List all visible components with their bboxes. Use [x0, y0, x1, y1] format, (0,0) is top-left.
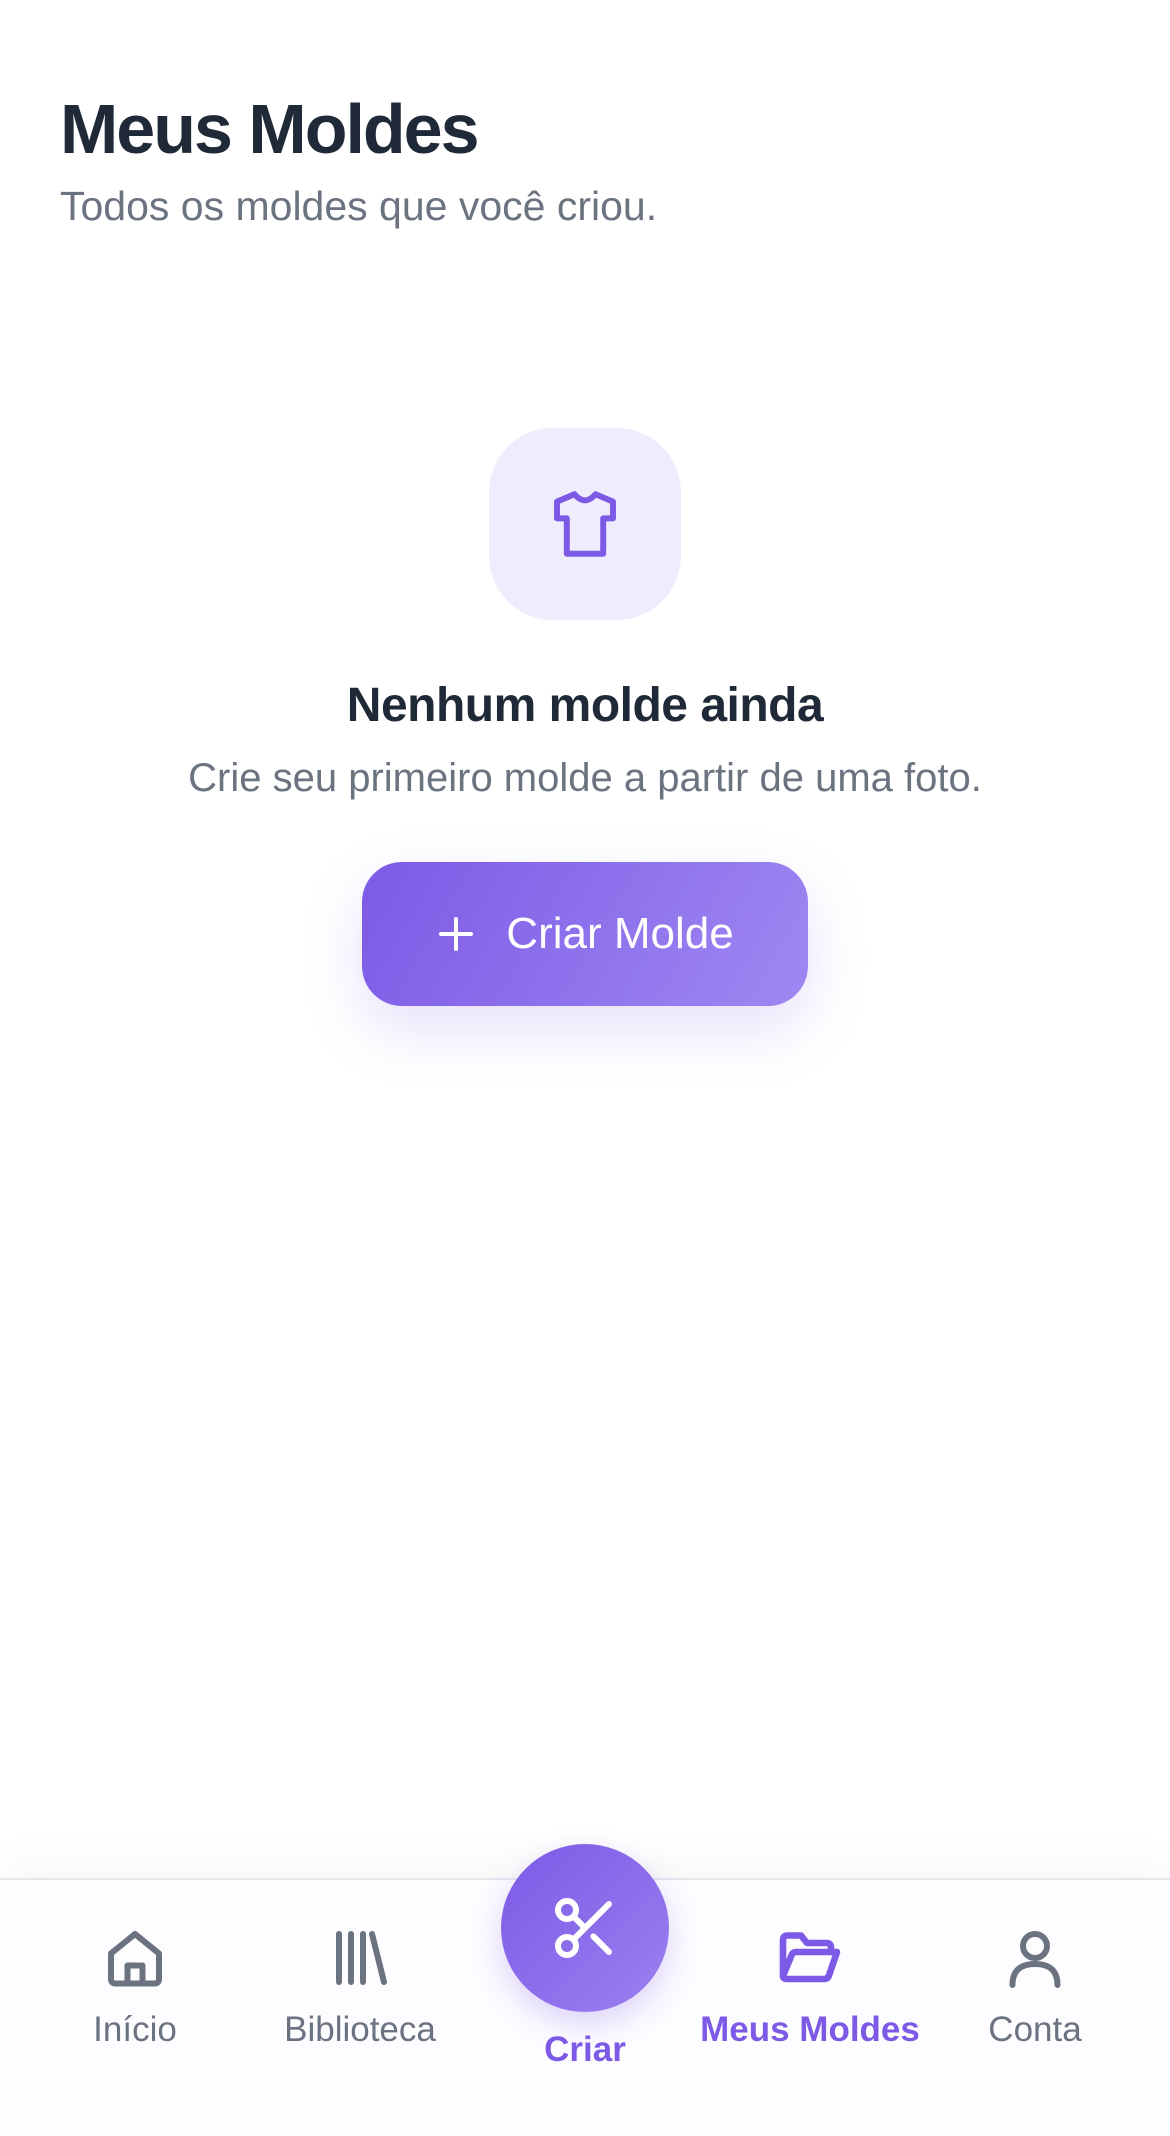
- nav-item-inicio[interactable]: Início: [20, 1922, 250, 2052]
- scissors-icon: [555, 1898, 612, 1958]
- home-icon: [108, 1931, 162, 1987]
- plus-icon: [439, 917, 474, 951]
- empty-state: Nenhum molde ainda Crie seu primeiro mol…: [0, 428, 1170, 1006]
- user-icon: [1009, 1931, 1061, 1988]
- folder-open-icon: [779, 1932, 841, 1983]
- bottom-navigation: Início Biblioteca Criar Meus Moldes Cont…: [0, 1844, 1170, 2136]
- shirt-icon: [554, 491, 616, 557]
- create-fab[interactable]: [501, 1844, 669, 2012]
- nav-item-conta[interactable]: Conta: [920, 1922, 1150, 2052]
- empty-state-title: Nenhum molde ainda: [346, 679, 824, 732]
- nav-item-criar[interactable]: Criar: [465, 1844, 705, 2072]
- nav-label-biblioteca: Biblioteca: [284, 2010, 436, 2049]
- nav-label-meus-moldes: Meus Moldes: [700, 2010, 920, 2049]
- create-pattern-button[interactable]: Criar Molde: [362, 862, 808, 1006]
- nav-label-criar: Criar: [544, 2030, 626, 2069]
- create-pattern-button-label: Criar Molde: [506, 909, 734, 958]
- library-icon: [336, 1931, 387, 1985]
- nav-label-conta: Conta: [988, 2010, 1082, 2049]
- empty-state-icon-box: [489, 428, 681, 620]
- nav-item-meus-moldes[interactable]: Meus Moldes: [695, 1922, 925, 2052]
- page-header: Meus Moldes Todos os moldes que você cri…: [60, 86, 657, 232]
- nav-label-inicio: Início: [93, 2010, 177, 2049]
- page-title: Meus Moldes: [60, 90, 480, 168]
- page-subtitle: Todos os moldes que você criou.: [60, 183, 658, 229]
- nav-item-biblioteca[interactable]: Biblioteca: [245, 1922, 475, 2052]
- empty-state-description: Crie seu primeiro molde a partir de uma …: [188, 756, 982, 800]
